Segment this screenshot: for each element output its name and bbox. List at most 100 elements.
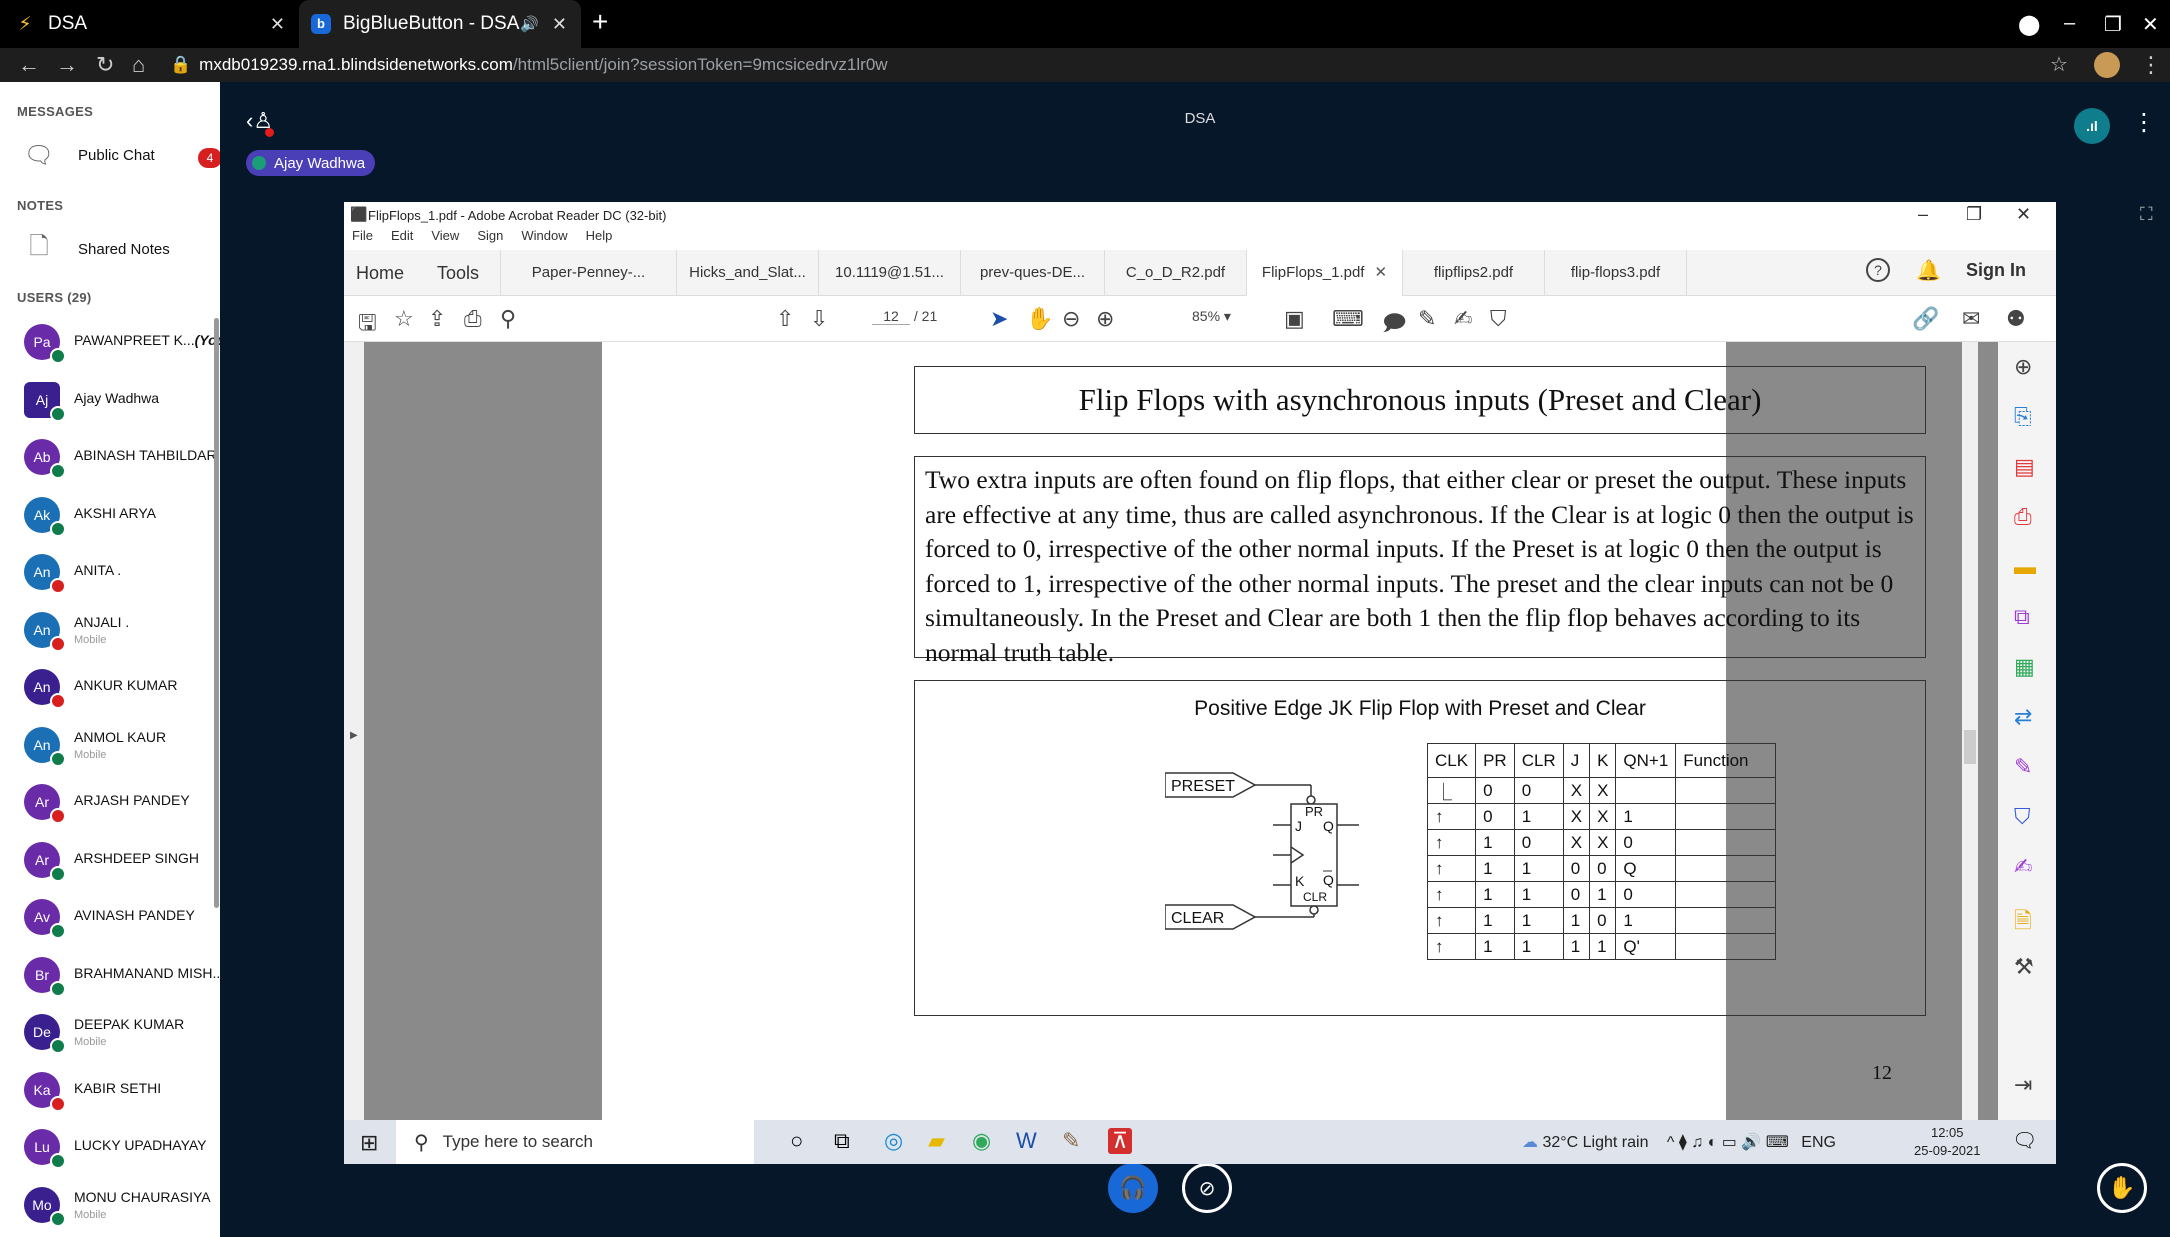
menu-file[interactable]: File: [352, 228, 373, 243]
fit-page-icon[interactable]: ▣: [1284, 306, 1305, 332]
public-chat-item[interactable]: 🗨 Public Chat: [24, 140, 155, 170]
menu-edit[interactable]: Edit: [391, 228, 413, 243]
edge-icon[interactable]: ◎: [884, 1128, 903, 1154]
user-list-item[interactable]: De DEEPAK KUMAR Mobile: [24, 1008, 220, 1058]
more-tools-icon[interactable]: ⚒: [2014, 954, 2034, 980]
taskbar-clock[interactable]: 12:05 25-09-2021: [1914, 1124, 1981, 1160]
document-tab[interactable]: flipflips2.pdf: [1403, 250, 1545, 296]
menu-view[interactable]: View: [431, 228, 459, 243]
close-tab-icon[interactable]: ✕: [552, 14, 567, 35]
notifications-icon[interactable]: 🗨: [2012, 1128, 2037, 1153]
user-list-item[interactable]: PaPAWANPREET K...(You): [24, 318, 220, 368]
document-tab[interactable]: FlipFlops_1.pdf ✕: [1247, 250, 1403, 296]
user-list-item[interactable]: Av AVINASH PANDEY: [24, 893, 220, 943]
document-tab[interactable]: flip-flops3.pdf: [1545, 250, 1687, 296]
weather-text[interactable]: 32°C Light rain: [1542, 1134, 1648, 1151]
prev-page-icon[interactable]: ⇧: [776, 306, 794, 332]
combine-icon[interactable]: ⧉: [2014, 604, 2030, 630]
fill-sign-icon[interactable]: ✎: [2014, 754, 2032, 780]
comment-icon[interactable]: 🗩: [1382, 306, 1406, 344]
restore-icon[interactable]: ❐: [2104, 12, 2122, 37]
sign-icon[interactable]: ✍: [1454, 306, 1472, 332]
close-tab-icon[interactable]: ✕: [270, 14, 285, 35]
edit-pdf-icon[interactable]: 🗎: [2014, 904, 2032, 942]
headphones-button[interactable]: 🎧: [1108, 1163, 1158, 1213]
acrobat-icon[interactable]: ⊼: [1108, 1128, 1133, 1154]
shared-notes-item[interactable]: 🗋 Shared Notes: [24, 233, 169, 264]
browser-tab-dsa[interactable]: ⚡ DSA ✕: [14, 0, 299, 48]
back-icon[interactable]: ←: [18, 52, 40, 78]
upload-icon[interactable]: ⇪: [428, 306, 446, 332]
share-webcam-button[interactable]: ⊘: [1182, 1163, 1232, 1213]
user-list-item[interactable]: Ka KABIR SETHI: [24, 1066, 220, 1116]
options-menu-icon[interactable]: ⋮: [2132, 108, 2156, 137]
zoom-select[interactable]: 85% ▾: [1192, 308, 1231, 325]
tray-icons[interactable]: ^ ⧫ ♫ ◐ ▭ 🔊 ⌨: [1667, 1134, 1789, 1151]
mail-icon[interactable]: ✉: [1962, 306, 1980, 332]
language-indicator[interactable]: ENG: [1801, 1134, 1836, 1151]
taskbar-search[interactable]: ⚲ Type here to search: [396, 1120, 754, 1164]
sign-in-button[interactable]: Sign In: [1966, 260, 2026, 281]
zoom-in-icon[interactable]: ⊕: [1096, 306, 1114, 332]
user-list-item[interactable]: Ab ABINASH TAHBILDAR: [24, 433, 220, 483]
acrobat-tools-tab[interactable]: Tools: [416, 250, 501, 296]
user-list-item[interactable]: Br BRAHMANAND MISH...: [24, 951, 220, 1001]
user-list-item[interactable]: An ANKUR KUMAR: [24, 663, 220, 713]
document-tab[interactable]: Paper-Penney-...: [501, 250, 677, 296]
browser-menu-icon[interactable]: ⋮: [2140, 52, 2162, 78]
fullscreen-icon[interactable]: ⛶: [2140, 204, 2153, 225]
left-panel-toggle[interactable]: ▶: [344, 342, 364, 1120]
connection-status-button[interactable]: .ıl: [2074, 108, 2110, 144]
word-icon[interactable]: W: [1016, 1128, 1037, 1154]
minimize-icon[interactable]: –: [2064, 12, 2075, 35]
paint-icon[interactable]: ✎: [1062, 1128, 1080, 1154]
forward-icon[interactable]: →: [56, 52, 78, 78]
user-list-item[interactable]: Lu LUCKY UPADHAYAY: [24, 1123, 220, 1173]
home-icon[interactable]: ⌂: [132, 52, 145, 78]
speaker-icon[interactable]: 🔊: [520, 15, 539, 33]
export-pdf-icon[interactable]: ⎘: [2014, 404, 2032, 430]
acrobat-close-icon[interactable]: ✕: [2016, 204, 2031, 225]
document-tab[interactable]: C_o_D_R2.pdf: [1105, 250, 1247, 296]
user-list-item[interactable]: Mo MONU CHAURASIYA Mobile: [24, 1181, 220, 1231]
windows-start-icon[interactable]: ⊞: [360, 1130, 378, 1156]
organize-pages-icon[interactable]: ▤: [2014, 454, 2035, 480]
request-signature-icon[interactable]: ✍: [2014, 854, 2032, 880]
page-number-input[interactable]: 12: [872, 308, 910, 325]
user-list-item[interactable]: Ak AKSHI ARYA: [24, 491, 220, 541]
menu-window[interactable]: Window: [521, 228, 567, 243]
bookmark-star-icon[interactable]: ☆: [2050, 52, 2068, 77]
reload-icon[interactable]: ↻: [96, 52, 114, 78]
profile-avatar[interactable]: [2094, 52, 2120, 78]
bell-icon[interactable]: 🔔: [1916, 258, 1941, 283]
user-list-item[interactable]: An ANJALI . Mobile: [24, 606, 220, 656]
help-icon[interactable]: ?: [1866, 258, 1890, 282]
user-list-item[interactable]: Ar ARSHDEEP SINGH: [24, 836, 220, 886]
zoom-search-icon[interactable]: ⊕: [2014, 354, 2032, 380]
user-list-item[interactable]: An ANITA .: [24, 548, 220, 598]
collapse-pane-icon[interactable]: ⇥: [2014, 1072, 2032, 1098]
document-scroll-thumb[interactable]: [1964, 730, 1976, 764]
zoom-out-icon[interactable]: ⊖: [1062, 306, 1080, 332]
hand-tool-icon[interactable]: ✋: [1026, 306, 1053, 332]
share-link-icon[interactable]: 🔗: [1912, 306, 1939, 332]
zoom-out-search-icon[interactable]: ⚲: [500, 306, 516, 332]
acrobat-home-tab[interactable]: Home: [344, 250, 416, 296]
next-page-icon[interactable]: ⇩: [810, 306, 828, 332]
comment-tool-icon[interactable]: ▬: [2014, 554, 2036, 580]
close-window-icon[interactable]: ✕: [2142, 12, 2159, 37]
create-pdf-icon[interactable]: ⎙: [2014, 504, 2032, 530]
chrome-icon[interactable]: ◉: [972, 1128, 991, 1154]
menu-sign[interactable]: Sign: [477, 228, 503, 243]
user-list-item[interactable]: Aj Ajay Wadhwa: [24, 376, 220, 426]
select-cursor-icon[interactable]: ➤: [990, 306, 1008, 332]
file-explorer-icon[interactable]: ▰: [928, 1128, 945, 1154]
user-list-item[interactable]: Ar ARJASH PANDEY: [24, 778, 220, 828]
cortana-icon[interactable]: ○: [790, 1128, 803, 1154]
save-icon[interactable]: 🖫: [358, 306, 377, 344]
keyboard-icon[interactable]: ⌨: [1332, 306, 1364, 332]
acrobat-restore-icon[interactable]: ❐: [1966, 204, 1982, 225]
user-list-item[interactable]: An ANMOL KAUR Mobile: [24, 721, 220, 771]
account-icon[interactable]: ⚉: [2006, 306, 2026, 332]
pen-icon[interactable]: ✎: [1418, 306, 1436, 332]
